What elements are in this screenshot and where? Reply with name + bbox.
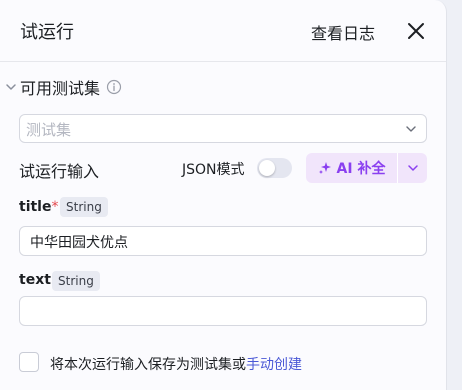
save-as-testset-checkbox[interactable] [19,352,39,372]
trial-run-panel: 试运行 查看日志 可用测试集 测试集 试运行输入 JSON模式 AI 补全 ti… [0,0,447,390]
field-label-title: title* [19,199,58,215]
panel-header: 试运行 查看日志 [0,0,446,62]
type-tag: String [52,271,100,291]
save-as-testset-text: 将本次运行输入保存为测试集或手动创建 [50,354,302,374]
title-input[interactable]: 中华田园犬优点 [19,226,427,256]
title-input-value: 中华田园犬优点 [30,235,128,251]
ai-complete-dropdown[interactable] [398,153,427,183]
chevron-down-icon [407,165,418,171]
ai-complete-group: AI 补全 [306,153,427,183]
sparkle-icon [318,162,331,174]
close-icon [408,23,424,39]
testset-select[interactable]: 测试集 [19,114,427,143]
testset-section-label: 可用测试集 [20,79,101,98]
ai-complete-button[interactable]: AI 补全 [306,153,397,183]
panel-title: 试运行 [20,22,74,43]
field-name: text [19,272,51,288]
testset-section-toggle[interactable]: 可用测试集 [4,76,122,98]
ai-complete-label: AI 补全 [336,161,386,177]
field-label-text: text [19,272,51,288]
required-mark: * [51,199,59,215]
save-as-testset-label: 将本次运行输入保存为测试集或 [50,357,246,373]
chevron-down-icon [406,126,416,132]
close-button[interactable] [404,19,428,43]
run-input-label: 试运行输入 [19,162,100,181]
text-input[interactable] [19,296,427,326]
type-tag: String [60,197,108,217]
info-icon[interactable] [106,79,122,95]
chevron-down-icon [6,84,16,90]
view-log-button[interactable]: 查看日志 [311,20,375,44]
testset-select-placeholder: 测试集 [26,121,72,139]
field-name: title [19,199,52,215]
json-mode-label: JSON模式 [182,162,245,178]
toggle-knob [259,160,275,176]
json-mode-toggle[interactable] [257,158,292,178]
manual-create-link[interactable]: 手动创建 [246,357,302,373]
